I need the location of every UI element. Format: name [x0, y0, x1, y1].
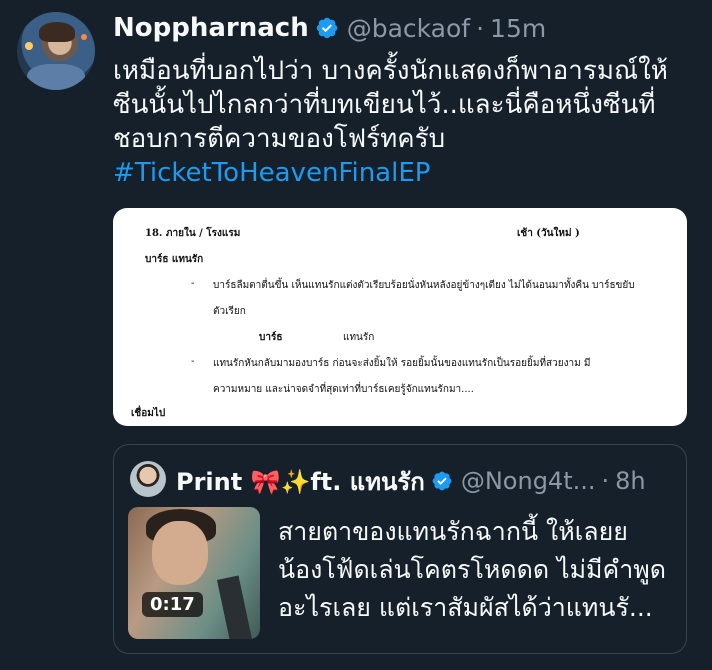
tweet-text-line: ซีนนั้นไปไกลกว่าที่บทเขียนไว้..และนี่คือ…	[113, 90, 656, 120]
scene-heading: 18. ภายใน / โรงแรม	[145, 228, 241, 239]
action-line: บาร์ธลืมตาตื่นขึ้น เห็นแทนรักแต่งตัวเรีย…	[213, 280, 635, 291]
quote-header: Print 🎀✨ft. แทนรัก @Nong4t... · 8h	[176, 465, 646, 497]
tweet-text-line: เหมือนที่บอกไปว่า บางครั้งนักแสดงก็พาอาร…	[113, 56, 668, 86]
quote-author-avatar[interactable]	[130, 461, 166, 497]
video-duration-badge: 0:17	[142, 592, 203, 617]
author-avatar[interactable]	[17, 12, 95, 90]
quote-author-handle[interactable]: @Nong4t...	[461, 467, 596, 495]
verified-badge-icon	[316, 17, 337, 39]
quote-text: สายตาของแทนรักฉากนี้ ให้เลยย น้องโฟ้ดเล่…	[278, 513, 678, 627]
quote-text-line: อะไรเลย แต่เราสัมผัสได้ว่าแทนรั...	[278, 593, 653, 622]
quoted-tweet[interactable]: Print 🎀✨ft. แทนรัก @Nong4t... · 8h 0:17 …	[113, 444, 687, 654]
quote-text-line: สายตาของแทนรักฉากนี้ ให้เลยย	[278, 517, 628, 546]
script-image[interactable]: 18. ภายใน / โรงแรม เช้า (วันใหม่ ) บาร์ธ…	[113, 208, 687, 426]
dialogue-character: บาร์ธ	[259, 332, 283, 343]
separator-dot: ·	[601, 467, 610, 495]
author-name[interactable]: Noppharnach	[113, 13, 309, 43]
action-line: ความหมาย และน่าจดจำที่สุดเท่าที่บาร์ธเคย…	[213, 384, 474, 395]
tweet-timestamp[interactable]: 15m	[490, 14, 546, 43]
quote-text-line: น้องโฟ้ดเล่นโคตรโหดดด ไม่มีคำพูด	[278, 555, 667, 584]
hashtag-link[interactable]: #TicketToHeavenFinalEP	[113, 156, 693, 190]
scene-transition: เชื่อมไป	[131, 408, 166, 419]
action-dash: -	[191, 356, 195, 367]
quote-timestamp[interactable]: 8h	[615, 467, 645, 495]
action-line: ตัวเรียก	[213, 306, 246, 317]
tweet-text: เหมือนที่บอกไปว่า บางครั้งนักแสดงก็พาอาร…	[113, 54, 693, 190]
scene-characters: บาร์ธ แทนรัก	[145, 254, 204, 265]
tweet-header: Noppharnach @backaof · 15m	[113, 12, 546, 44]
dialogue-character: แทนรัก	[343, 332, 375, 343]
time-of-day: เช้า (วันใหม่ )	[517, 228, 580, 239]
quote-author-name[interactable]: Print 🎀✨ft. แทนรัก	[176, 462, 425, 501]
separator-dot: ·	[476, 13, 485, 43]
verified-badge-icon	[432, 471, 452, 491]
author-handle[interactable]: @backaof	[347, 14, 470, 43]
action-dash: -	[191, 278, 195, 289]
video-thumbnail[interactable]: 0:17	[128, 507, 260, 639]
action-line: แทนรักหันกลับมามองบาร์ธ ก่อนจะส่งยิ้มให้…	[213, 358, 591, 369]
tweet-text-line: ชอบการตีความของโฟร์ทครับ	[113, 124, 446, 154]
